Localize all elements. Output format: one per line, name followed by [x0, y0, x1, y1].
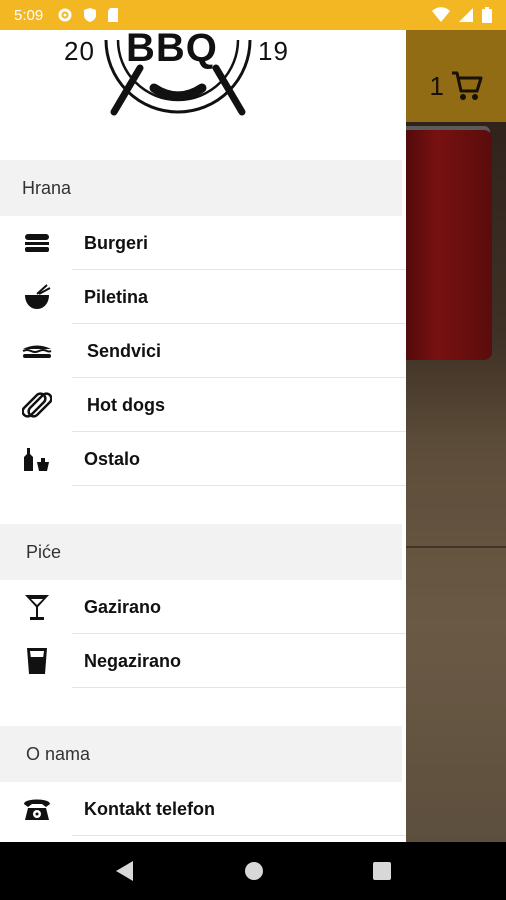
- status-time: 5:09: [14, 6, 44, 24]
- section-header-pice: Piće: [0, 524, 402, 580]
- bottles-icon: [22, 445, 52, 473]
- menu-item-gazirano[interactable]: Gazirano: [0, 580, 406, 634]
- section-title: O nama: [26, 743, 91, 764]
- burger-icon: [22, 229, 52, 257]
- menu-item-piletina[interactable]: Piletina: [0, 270, 406, 324]
- section-header-o-nama: O nama: [0, 726, 402, 782]
- system-navigation-bar: [0, 842, 506, 900]
- menu-item-ostalo[interactable]: Ostalo: [0, 432, 406, 486]
- logo-year-right: 19: [258, 36, 289, 66]
- status-bar: 5:09: [0, 0, 506, 30]
- menu-item-label: Kontakt telefon: [84, 798, 216, 819]
- divider: [72, 835, 406, 836]
- sandwich-icon: [22, 337, 52, 365]
- section-title: Piće: [26, 541, 62, 562]
- menu-item-hot-dogs[interactable]: Hot dogs: [0, 378, 406, 432]
- sd-card-icon: [108, 8, 119, 22]
- shield-icon: [84, 8, 97, 22]
- menu-item-label: Ostalo: [84, 448, 141, 469]
- back-icon[interactable]: [115, 860, 135, 882]
- logo-year-left: 20: [64, 36, 95, 66]
- section-header-hrana: Hrana: [0, 160, 402, 216]
- navigation-drawer: 20 19 BBQ Hrana Burgeri Piletina Sendvic…: [0, 30, 406, 842]
- menu-item-kontakt-telefon[interactable]: Kontakt telefon: [0, 782, 406, 836]
- menu-item-label: Sendvici: [87, 340, 162, 361]
- menu-item-label: Piletina: [84, 286, 149, 307]
- bowl-icon: [22, 283, 52, 311]
- brand-logo: 20 19 BBQ: [0, 30, 406, 160]
- signal-icon: [459, 8, 473, 22]
- menu-item-sendvici[interactable]: Sendvici: [0, 324, 406, 378]
- menu-item-label: Negazirano: [84, 650, 182, 671]
- logo-brand: BBQ: [126, 30, 218, 70]
- hot-dog-icon: [22, 391, 52, 419]
- wifi-icon: [432, 7, 450, 22]
- battery-icon: [482, 7, 492, 23]
- telephone-icon: [22, 795, 52, 823]
- settings-icon: [58, 8, 72, 22]
- divider: [72, 687, 406, 688]
- menu-item-burgeri[interactable]: Burgeri: [0, 216, 406, 270]
- menu-item-label: Burgeri: [84, 232, 149, 253]
- menu-item-negazirano[interactable]: Negazirano: [0, 634, 406, 688]
- menu-item-label: Hot dogs: [87, 394, 165, 415]
- cocktail-glass-icon: [22, 593, 52, 621]
- home-icon[interactable]: [244, 861, 264, 881]
- section-title: Hrana: [22, 177, 72, 198]
- cup-icon: [22, 647, 52, 675]
- recents-icon[interactable]: [373, 862, 392, 880]
- divider: [72, 485, 406, 486]
- menu-item-label: Gazirano: [84, 596, 162, 617]
